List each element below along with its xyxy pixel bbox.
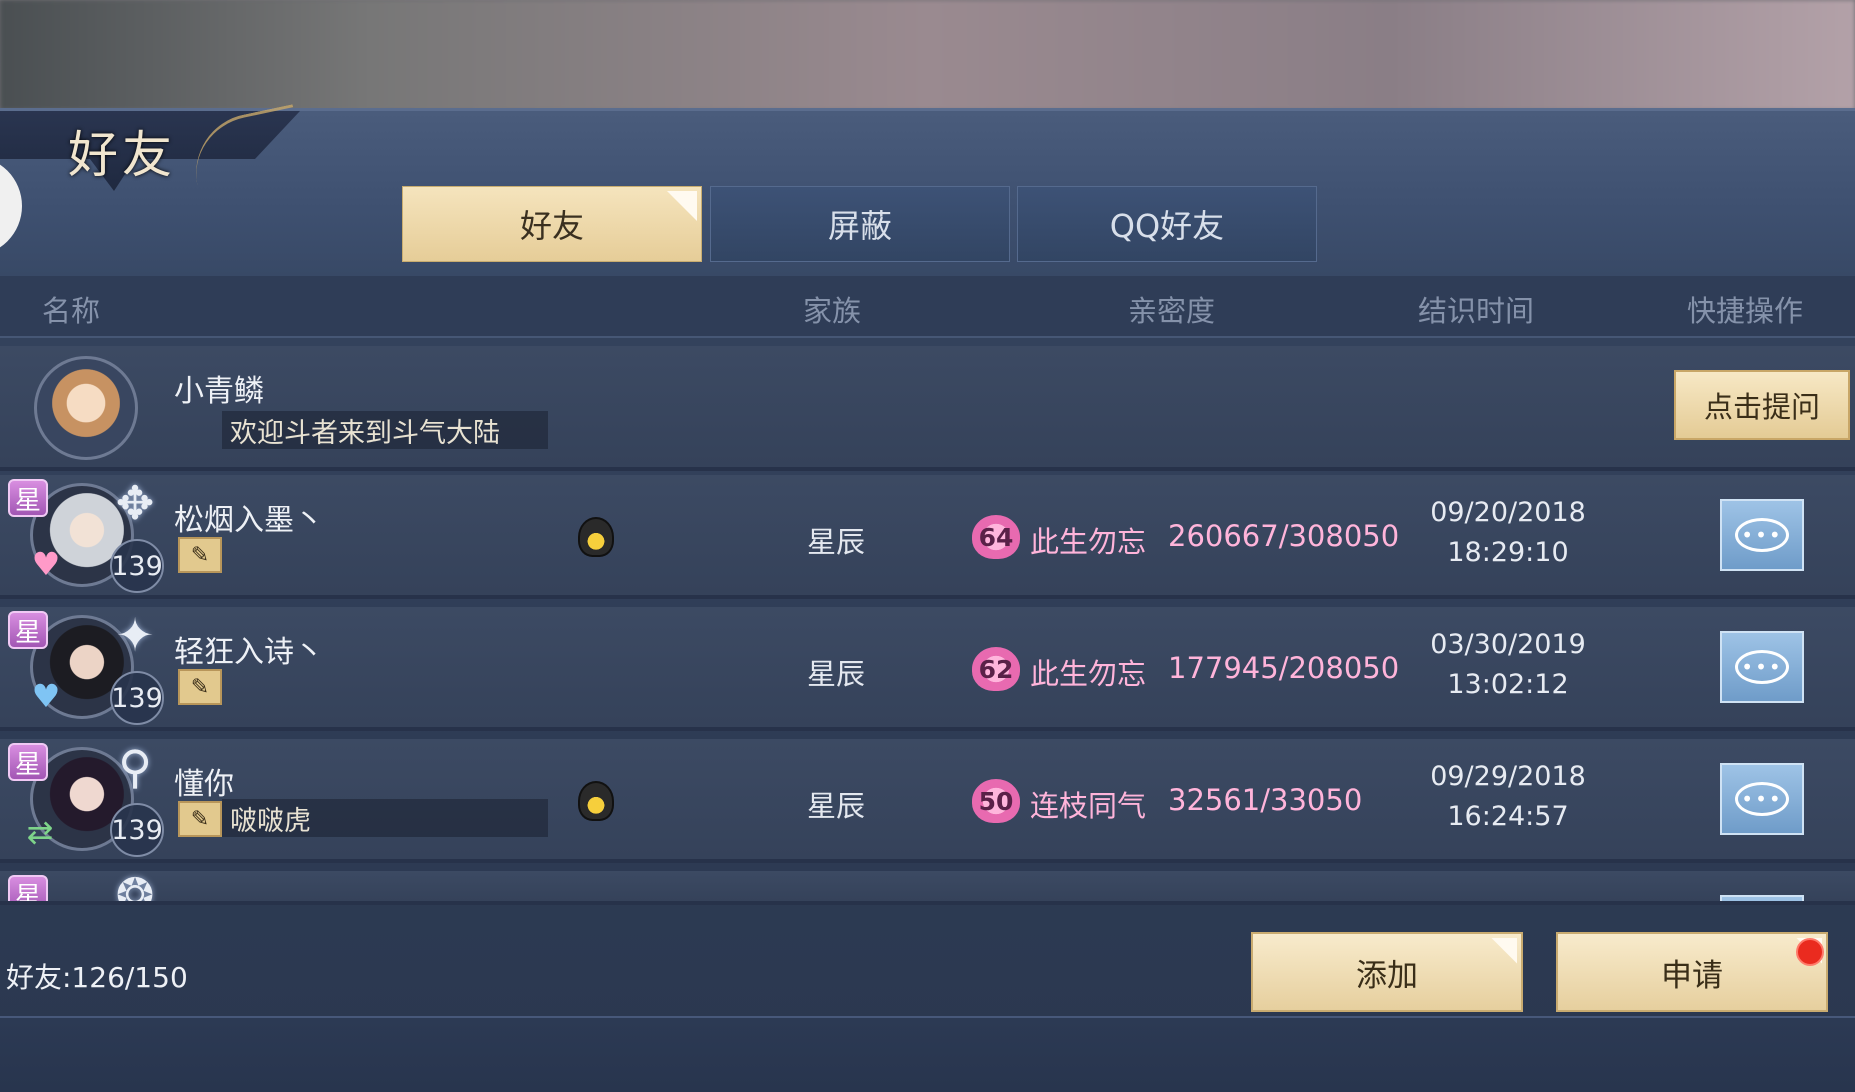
intimacy-level-heart: 50	[972, 779, 1020, 823]
star-badge: 星	[8, 479, 48, 517]
npc-name: 小青鳞	[174, 374, 264, 409]
chat-bubble-icon: •••	[1735, 518, 1789, 552]
star-badge: 星	[8, 743, 48, 781]
npc-row[interactable]: 小青鳞 欢迎斗者来到斗气大陆 点击提问	[0, 346, 1855, 471]
class-emblem-icon: ❂	[115, 871, 155, 905]
notification-dot-icon	[1796, 938, 1824, 966]
level-badge: 139	[110, 539, 164, 593]
chat-button[interactable]: •••	[1720, 499, 1804, 571]
level-badge: 139	[110, 671, 164, 725]
level-badge: 139	[110, 803, 164, 857]
footer-mountain-decoration	[0, 1051, 1855, 1092]
column-met-time: 结识时间	[1418, 294, 1535, 328]
ask-question-button[interactable]: 点击提问	[1674, 370, 1850, 440]
met-time: 16:24:57	[1447, 801, 1569, 832]
friend-count: 好友:126/150	[6, 961, 188, 994]
friend-row[interactable]: 星 ✦ ♥ 139 轻狂入诗丶 ✎ 星辰 62 此生勿忘 177945/2080…	[0, 607, 1855, 731]
pink-heart-icon: ♥	[31, 545, 61, 583]
intimacy-level-heart: 64	[972, 515, 1020, 559]
intimacy-value: 32561/33050	[1168, 783, 1363, 817]
signature-edit-icon[interactable]: ✎	[178, 801, 222, 837]
met-date: 09/20/2018	[1430, 497, 1586, 528]
class-emblem-icon: ⚲	[118, 740, 152, 794]
met-time: 18:29:10	[1447, 537, 1569, 568]
intimacy-level-heart: 62	[972, 647, 1020, 691]
intimacy-title: 此生勿忘	[1030, 525, 1147, 559]
class-emblem-icon: ✦	[115, 608, 155, 662]
npc-message: 欢迎斗者来到斗气大陆	[222, 411, 548, 449]
chat-bubble-icon: •••	[1735, 782, 1789, 816]
friend-requests-button[interactable]: 申请	[1556, 932, 1828, 1012]
npc-avatar	[34, 356, 138, 460]
star-badge: 星	[8, 875, 48, 901]
family-name: 星辰	[807, 525, 866, 559]
chat-bubble-icon: •••	[1735, 650, 1789, 684]
family-name: 星辰	[807, 657, 866, 691]
column-name: 名称	[42, 294, 101, 328]
intimacy-value: 260667/308050	[1168, 519, 1400, 553]
blurred-scene-top	[0, 0, 1855, 110]
window-title: 好友	[68, 126, 176, 184]
family-name: 星辰	[807, 789, 866, 823]
tab-blocked[interactable]: 屏蔽	[710, 186, 1010, 262]
star-badge: 星	[8, 611, 48, 649]
signature-edit-icon[interactable]: ✎	[178, 669, 222, 705]
friend-name: 轻狂入诗丶	[174, 635, 324, 670]
met-date: 09/29/2018	[1430, 761, 1586, 792]
qq-penguin-icon	[578, 517, 614, 557]
friend-name: 松烟入墨丶	[174, 503, 324, 538]
intimacy-title: 连枝同气	[1030, 789, 1147, 823]
swap-arrows-icon: ⇄	[26, 813, 54, 851]
tab-qq-friends[interactable]: QQ好友	[1017, 186, 1317, 262]
intimacy-title: 此生勿忘	[1030, 657, 1147, 691]
class-emblem-icon: ✥	[115, 476, 155, 530]
friend-row[interactable]: 星 ⚲ ⇄ 139 懂你 ✎ 啵啵虎 星辰 50 连枝同气 32561/3305…	[0, 739, 1855, 863]
chat-button[interactable]: •••	[1720, 631, 1804, 703]
column-header-row: 名称 家族 亲密度 结识时间 快捷操作	[0, 276, 1855, 338]
chat-button[interactable]: •••	[1720, 763, 1804, 835]
met-time: 13:02:12	[1447, 669, 1569, 700]
met-date: 03/30/2019	[1430, 629, 1586, 660]
signature-edit-icon[interactable]: ✎	[178, 537, 222, 573]
blue-heart-icon: ♥	[31, 677, 61, 715]
column-family: 家族	[803, 294, 862, 328]
friend-row-partial[interactable]: 星 ❂	[0, 871, 1855, 905]
column-quick-actions: 快捷操作	[1687, 294, 1804, 328]
friends-panel: 好友 好友 屏蔽 QQ好友 名称 家族 亲密度 结识时间 快捷操作 小青鳞 欢迎…	[0, 104, 1855, 1092]
friend-signature: 啵啵虎	[222, 799, 548, 837]
friend-name: 懂你	[174, 767, 234, 802]
intimacy-value: 177945/208050	[1168, 651, 1400, 685]
chat-button[interactable]	[1720, 895, 1804, 901]
add-friend-button[interactable]: 添加	[1251, 932, 1523, 1012]
friend-row[interactable]: 星 ✥ ♥ 139 松烟入墨丶 ✎ 星辰 64 此生勿忘 260667/3080…	[0, 475, 1855, 599]
qq-penguin-icon	[578, 781, 614, 821]
tab-friends[interactable]: 好友	[402, 186, 702, 262]
column-intimacy: 亲密度	[1128, 294, 1216, 328]
